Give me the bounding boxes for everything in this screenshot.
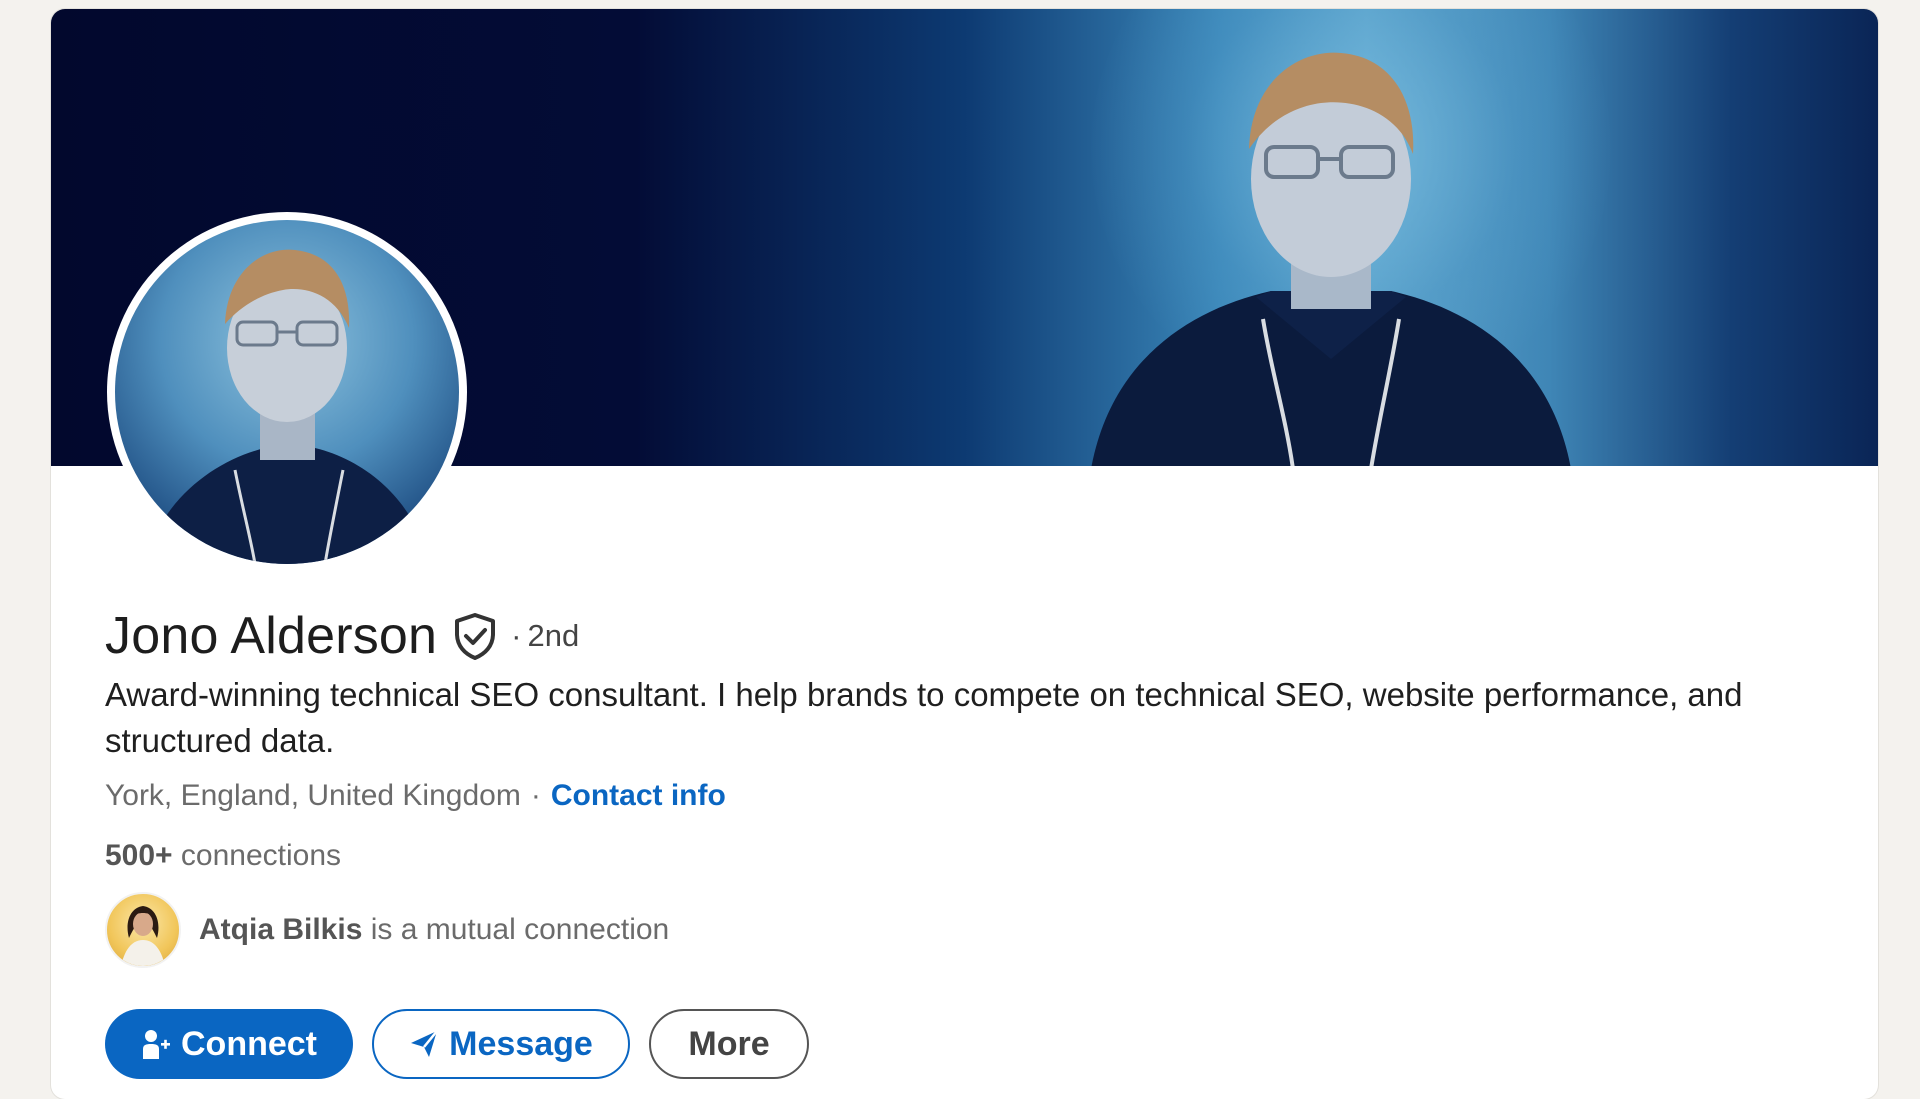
connection-degree: · 2nd bbox=[511, 618, 579, 654]
verified-shield-check-icon[interactable] bbox=[453, 612, 497, 660]
degree-separator: · bbox=[511, 618, 522, 653]
connections-count: 500+ bbox=[105, 839, 173, 872]
connections-count-link[interactable]: 500+ connections bbox=[105, 839, 341, 873]
location-separator: · bbox=[530, 779, 541, 812]
contact-info-link[interactable]: Contact info bbox=[551, 779, 726, 813]
profile-headline: Award-winning technical SEO consultant. … bbox=[105, 676, 1743, 759]
mutual-connection-text: Atqia Bilkis is a mutual connection bbox=[199, 913, 669, 947]
location-row: York, England, United Kingdom · Contact … bbox=[105, 779, 726, 813]
profile-photo[interactable] bbox=[115, 220, 459, 564]
mutual-connection-row[interactable]: Atqia Bilkis is a mutual connection bbox=[105, 892, 669, 968]
person-add-icon bbox=[143, 1030, 170, 1059]
mutual-connection-avatar[interactable] bbox=[105, 892, 181, 968]
message-label: Message bbox=[449, 1024, 593, 1063]
profile-name: Jono Alderson bbox=[105, 607, 438, 665]
connect-button[interactable]: Connect bbox=[105, 1009, 353, 1079]
profile-actions: Connect Message More bbox=[105, 1007, 809, 1081]
name-row: Jono Alderson · 2nd bbox=[105, 599, 579, 673]
connect-label: Connect bbox=[181, 1024, 317, 1063]
mutual-connection-suffix: is a mutual connection bbox=[370, 913, 670, 946]
banner-person-image bbox=[1091, 52, 1571, 466]
more-button[interactable]: More bbox=[649, 1009, 809, 1079]
mutual-connection-name[interactable]: Atqia Bilkis bbox=[199, 913, 362, 946]
more-label: More bbox=[688, 1024, 770, 1063]
profile-card: Jono Alderson · 2nd Award-winning technic… bbox=[51, 9, 1878, 1099]
profile-photo-ring[interactable] bbox=[107, 212, 467, 572]
connections-label: connections bbox=[180, 839, 342, 872]
profile-location: York, England, United Kingdom bbox=[105, 779, 521, 812]
send-icon bbox=[411, 1030, 439, 1057]
degree-label: 2nd bbox=[527, 618, 580, 653]
message-button[interactable]: Message bbox=[372, 1009, 630, 1079]
